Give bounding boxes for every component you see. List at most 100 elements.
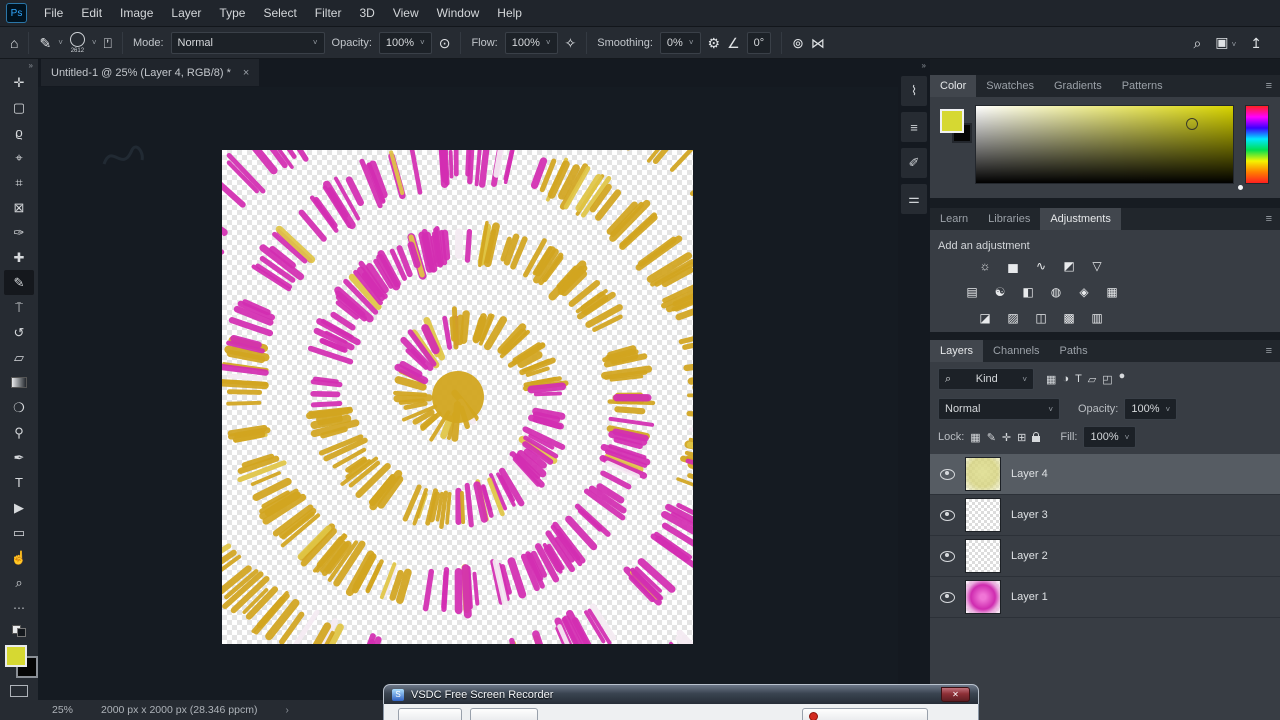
- tab-learn[interactable]: Learn: [930, 208, 978, 230]
- share-icon[interactable]: ↥: [1250, 36, 1262, 50]
- filter-smart-object-icon[interactable]: ◰: [1102, 373, 1112, 386]
- layer-opacity-select[interactable]: 100% ˅: [1124, 398, 1178, 420]
- menu-3d[interactable]: 3D: [350, 2, 383, 24]
- kind-filter-select[interactable]: ⌕ Kind ˅: [938, 368, 1034, 390]
- photoshop-logo[interactable]: Ps: [6, 3, 27, 23]
- filter-shape-icon[interactable]: ▱: [1088, 373, 1096, 386]
- recorder-title-bar[interactable]: S VSDC Free Screen Recorder ✕: [383, 684, 979, 704]
- close-icon[interactable]: ✕: [941, 687, 970, 702]
- tab-adjustments[interactable]: Adjustments: [1040, 208, 1121, 230]
- menu-view[interactable]: View: [384, 2, 428, 24]
- recorder-button-2[interactable]: [470, 708, 538, 720]
- hue-strip[interactable]: [1245, 105, 1269, 184]
- zoom-tool[interactable]: ⌕: [4, 570, 34, 595]
- filter-toggle-icon[interactable]: ●: [1119, 370, 1126, 382]
- path-selection-tool[interactable]: ▶: [4, 495, 34, 520]
- levels-icon[interactable]: ▅: [1004, 258, 1022, 274]
- layer-fill-select[interactable]: 100% ˅: [1083, 426, 1137, 448]
- edit-toolbar-icon[interactable]: ⋯: [13, 601, 25, 615]
- foreground-color-swatch[interactable]: [5, 645, 27, 667]
- color-lookup-icon[interactable]: ▦: [1103, 284, 1121, 300]
- invert-icon[interactable]: ◪: [976, 310, 994, 326]
- pen-tool[interactable]: ✒: [4, 445, 34, 470]
- panel-menu-icon[interactable]: ≡: [1266, 208, 1280, 230]
- chevron-down-icon[interactable]: ˅: [92, 38, 97, 47]
- menu-help[interactable]: Help: [488, 2, 531, 24]
- visibility-eye-icon[interactable]: [940, 509, 955, 521]
- smoothing-select[interactable]: 0% ˅: [659, 31, 701, 54]
- black-white-icon[interactable]: ◧: [1019, 284, 1037, 300]
- type-tool[interactable]: T: [4, 470, 34, 495]
- eyedropper-tool[interactable]: ✑: [4, 220, 34, 245]
- status-options-chevron[interactable]: ›: [285, 705, 288, 716]
- lock-paint-icon[interactable]: ✎: [987, 431, 996, 444]
- menu-window[interactable]: Window: [428, 2, 489, 24]
- dodge-tool[interactable]: ⚲: [4, 420, 34, 445]
- brush-tool-icon[interactable]: ✎: [39, 36, 51, 50]
- layer-row-4[interactable]: Layer 4: [930, 454, 1280, 495]
- smoothing-options-gear-icon[interactable]: ⚙: [708, 36, 721, 50]
- pressure-opacity-icon[interactable]: ⊙: [439, 36, 451, 50]
- lock-transparency-icon[interactable]: ▦: [970, 431, 980, 444]
- filter-adjustment-icon[interactable]: ◑: [1062, 373, 1069, 385]
- pressure-size-icon[interactable]: ⊚: [792, 36, 804, 50]
- selective-color-icon[interactable]: ▥: [1088, 310, 1106, 326]
- lasso-tool[interactable]: ϱ: [4, 120, 34, 145]
- layer-row-2[interactable]: Layer 2: [930, 536, 1280, 577]
- search-icon[interactable]: ⌕: [1193, 36, 1201, 50]
- document-tab[interactable]: Untitled-1 @ 25% (Layer 4, RGB/8) * ×: [41, 59, 260, 86]
- symmetry-icon[interactable]: ⋈: [811, 36, 825, 50]
- layer-thumbnail[interactable]: [965, 498, 1001, 532]
- close-icon[interactable]: ×: [243, 67, 249, 79]
- history-brush-tool[interactable]: ↺: [4, 320, 34, 345]
- blur-tool[interactable]: ❍: [4, 395, 34, 420]
- brush-angle-field[interactable]: 0°: [746, 31, 772, 54]
- tab-layers[interactable]: Layers: [930, 340, 984, 362]
- lock-artboard-icon[interactable]: ⊞: [1017, 431, 1026, 444]
- menu-filter[interactable]: Filter: [306, 2, 351, 24]
- tab-gradients[interactable]: Gradients: [1044, 75, 1112, 97]
- exposure-icon[interactable]: ◩: [1060, 258, 1078, 274]
- tab-patterns[interactable]: Patterns: [1112, 75, 1173, 97]
- libraries-panel-icon[interactable]: ≡: [901, 112, 927, 142]
- default-colors-icon[interactable]: [12, 625, 26, 637]
- visibility-eye-icon[interactable]: [940, 468, 955, 480]
- airbrush-icon[interactable]: ✧: [565, 36, 577, 50]
- tab-libraries[interactable]: Libraries: [978, 208, 1040, 230]
- filter-type-icon[interactable]: T: [1075, 373, 1082, 385]
- curves-icon[interactable]: ∿: [1032, 258, 1050, 274]
- layer-name[interactable]: Layer 4: [1011, 468, 1048, 480]
- menu-file[interactable]: File: [35, 2, 72, 24]
- channel-mixer-icon[interactable]: ◈: [1075, 284, 1093, 300]
- layer-row-3[interactable]: Layer 3: [930, 495, 1280, 536]
- menu-select[interactable]: Select: [254, 2, 305, 24]
- spot-healing-tool[interactable]: ✚: [4, 245, 34, 270]
- brushes-panel-icon[interactable]: ⌇: [901, 76, 927, 106]
- color-balance-icon[interactable]: ☯: [991, 284, 1009, 300]
- layer-thumbnail[interactable]: [965, 580, 1001, 614]
- object-selection-tool[interactable]: ⌖: [4, 145, 34, 170]
- brush-preset-picker[interactable]: 2612: [69, 31, 85, 54]
- frame-tool[interactable]: ⊠: [4, 195, 34, 220]
- filter-pixel-icon[interactable]: ▦: [1046, 373, 1056, 386]
- visibility-eye-icon[interactable]: [940, 550, 955, 562]
- hue-saturation-icon[interactable]: ▤: [963, 284, 981, 300]
- rectangular-marquee-tool[interactable]: ▢: [4, 95, 34, 120]
- zoom-level-field[interactable]: 25%: [52, 704, 73, 716]
- clone-stamp-tool[interactable]: ⍑: [4, 295, 34, 320]
- brush-settings-toggle-icon[interactable]: ⍞: [104, 36, 112, 50]
- color-picker-ring[interactable]: [1186, 118, 1198, 130]
- lock-all-icon[interactable]: [1032, 432, 1041, 442]
- eraser-tool[interactable]: ▱: [4, 345, 34, 370]
- gradient-tool[interactable]: [4, 370, 34, 395]
- tab-color[interactable]: Color: [930, 75, 977, 97]
- tab-channels[interactable]: Channels: [983, 340, 1049, 362]
- layer-thumbnail[interactable]: [965, 539, 1001, 573]
- opacity-select[interactable]: 100% ˅: [378, 31, 432, 54]
- menu-layer[interactable]: Layer: [162, 2, 210, 24]
- screen-mode-icon[interactable]: [10, 685, 28, 697]
- rectangle-tool[interactable]: ▭: [4, 520, 34, 545]
- tab-swatches[interactable]: Swatches: [976, 75, 1044, 97]
- collapse-icon[interactable]: »: [29, 59, 38, 70]
- workspace-switcher[interactable]: ▣ ˅: [1215, 35, 1236, 50]
